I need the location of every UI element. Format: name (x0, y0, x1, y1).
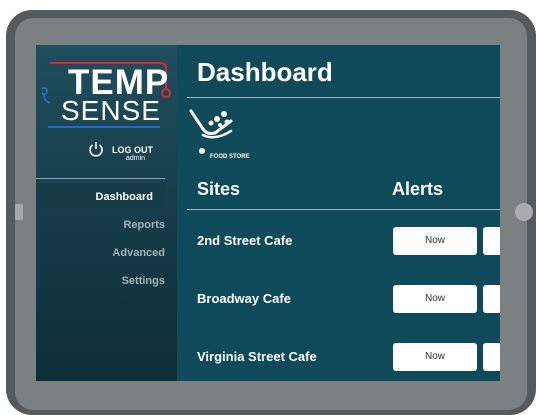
sites-column-header: Sites (197, 179, 241, 199)
sidebar-item-advanced[interactable]: Advanced (36, 240, 177, 266)
sidebar-divider (36, 178, 165, 179)
alert-secondary-button[interactable] (483, 343, 500, 371)
site-row: 2nd Street Cafe Now (177, 227, 500, 257)
tablet-side-button (15, 204, 23, 220)
temp-sense-logo: TEMP SENSE (42, 55, 172, 133)
sidebar-item-reports[interactable]: Reports (36, 212, 177, 238)
title-divider (187, 97, 500, 98)
food-store-cart-icon (189, 109, 233, 154)
alert-now-button[interactable]: Now (393, 343, 477, 371)
logged-in-user: admin (126, 155, 146, 162)
site-name: Broadway Cafe (197, 291, 291, 306)
food-store-logo: FOOD STORE (187, 107, 267, 167)
logo-text-sense: SENSE (61, 95, 161, 126)
site-name: 2nd Street Cafe (197, 233, 293, 248)
tablet-camera (515, 203, 533, 221)
alerts-column-header: Alerts (392, 179, 444, 199)
sidebar: TEMP SENSE LOG OUT admin Dashboard Repor… (36, 45, 177, 381)
food-store-label: FOOD STORE (210, 154, 250, 160)
logout-label: LOG OUT (112, 145, 153, 155)
alert-secondary-button[interactable] (483, 285, 500, 313)
alert-now-button[interactable]: Now (393, 285, 477, 313)
site-row: Broadway Cafe Now (177, 285, 500, 315)
app-screen: TEMP SENSE LOG OUT admin Dashboard Repor… (36, 45, 500, 381)
power-icon (89, 142, 103, 157)
site-row: Virginia Street Cafe Now (177, 343, 500, 373)
main-content: Dashboard FOOD STORE Sites Alerts 2nd St… (177, 45, 500, 381)
alert-now-button[interactable]: Now (393, 227, 477, 255)
page-title: Dashboard (197, 57, 333, 87)
sidebar-item-dashboard[interactable]: Dashboard (36, 184, 165, 210)
site-name: Virginia Street Cafe (197, 349, 317, 364)
alert-secondary-button[interactable] (483, 227, 500, 255)
header-divider (187, 209, 500, 210)
logout-button[interactable]: LOG OUT admin (88, 141, 168, 167)
sidebar-item-settings[interactable]: Settings (36, 268, 177, 294)
